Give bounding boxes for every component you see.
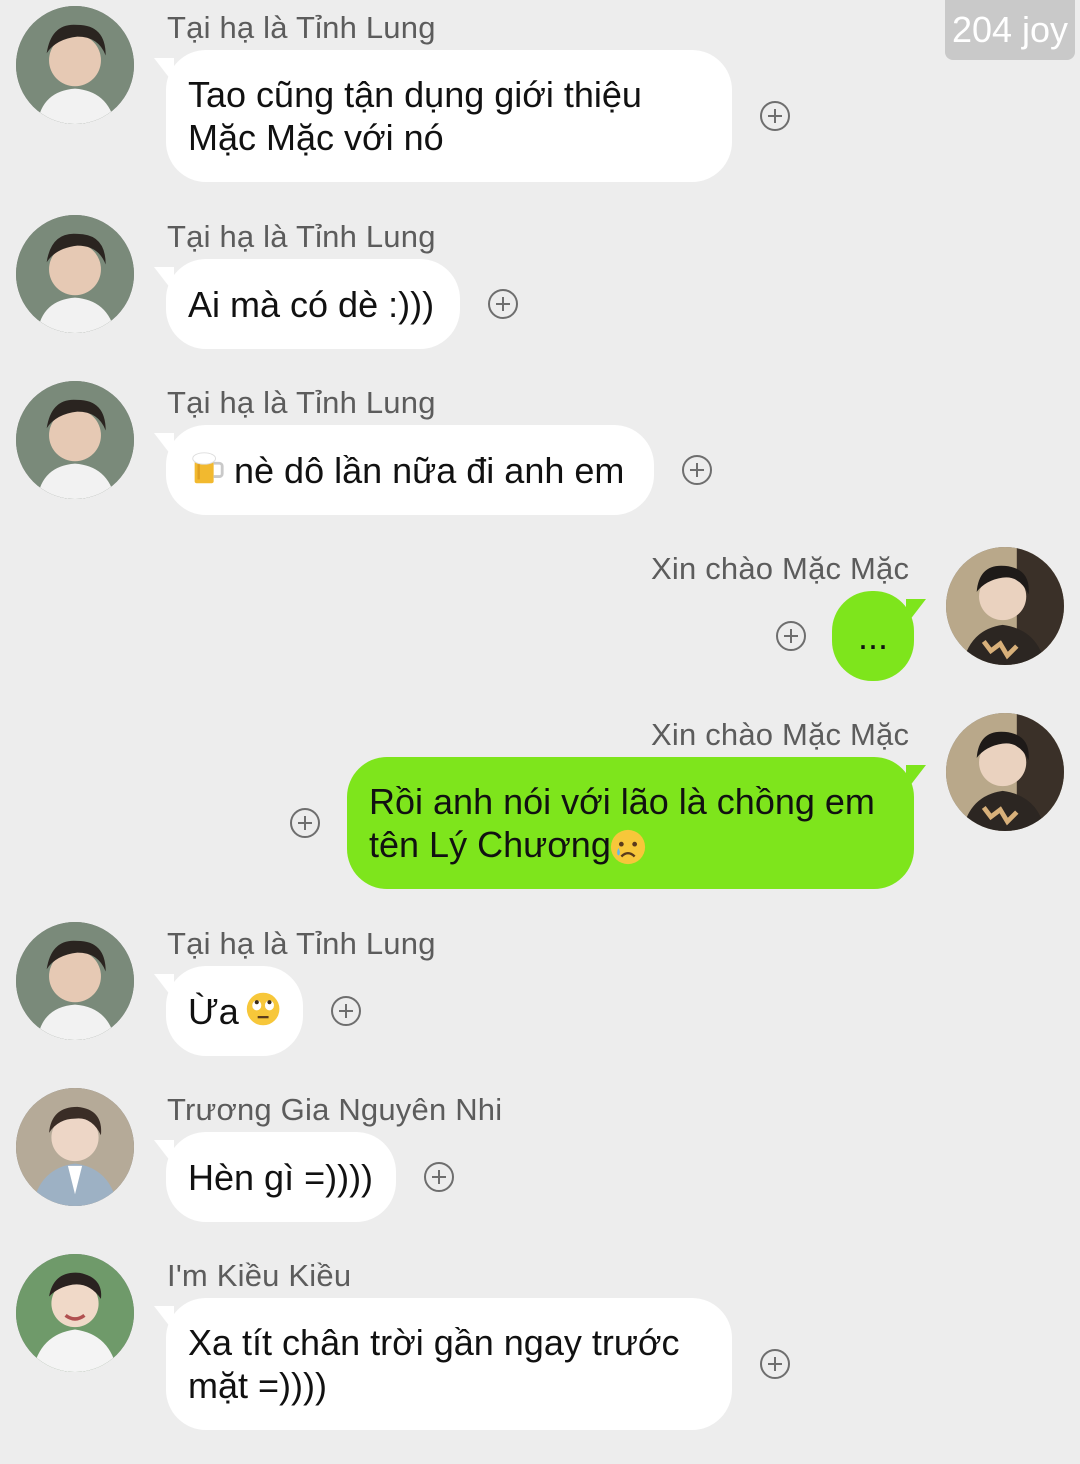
sender-name: Trương Gia Nguyên Nhi [167, 1092, 503, 1127]
avatar[interactable] [946, 547, 1064, 665]
sender-name: Tại hạ là Tỉnh Lung [167, 10, 436, 45]
add-reaction-icon[interactable] [776, 621, 806, 651]
add-reaction-icon[interactable] [331, 996, 361, 1026]
message-text: Tao cũng tận dụng giới thiệu Mặc Mặc với… [188, 74, 642, 158]
sender-name: I'm Kiều Kiều [167, 1258, 352, 1293]
message-bubble[interactable]: ... [832, 591, 914, 681]
sender-name: Xin chào Mặc Mặc [651, 551, 910, 586]
message-text: Hèn gì =)))) [188, 1156, 374, 1198]
message-bubble[interactable]: Ừa [166, 966, 303, 1056]
avatar[interactable] [16, 1254, 134, 1372]
avatar[interactable] [946, 713, 1064, 831]
message-text: Xa tít chân trời gần ngay trước mặt =)))… [188, 1322, 680, 1406]
avatar[interactable] [16, 6, 134, 124]
message-text: Ừa [188, 990, 239, 1032]
message-bubble[interactable]: Hèn gì =)))) [166, 1132, 396, 1222]
sender-name: Tại hạ là Tỉnh Lung [167, 219, 436, 254]
watermark-label: 204 joy [945, 0, 1075, 60]
eye-roll-emoji [245, 990, 281, 1028]
avatar[interactable] [16, 215, 134, 333]
sender-name: Tại hạ là Tỉnh Lung [167, 385, 436, 420]
avatar[interactable] [16, 1088, 134, 1206]
add-reaction-icon[interactable] [760, 1349, 790, 1379]
message-bubble[interactable]: Rồi anh nói với lão là chồng em tên Lý C… [347, 757, 914, 889]
message-bubble[interactable]: Xa tít chân trời gần ngay trước mặt =)))… [166, 1298, 732, 1430]
beer-mug-emoji [188, 449, 226, 487]
message-text: nè dô lần nữa đi anh em [234, 449, 625, 491]
message-bubble[interactable]: Ai mà có dè :))) [166, 259, 460, 349]
avatar[interactable] [16, 922, 134, 1040]
message-bubble[interactable]: Tao cũng tận dụng giới thiệu Mặc Mặc với… [166, 50, 732, 182]
add-reaction-icon[interactable] [424, 1162, 454, 1192]
message-bubble[interactable]: nè dô lần nữa đi anh em [166, 425, 654, 515]
crying-face-emoji [609, 828, 647, 866]
message-text: Ai mà có dè :))) [188, 283, 435, 325]
sender-name: Tại hạ là Tỉnh Lung [167, 926, 436, 961]
sender-name: Xin chào Mặc Mặc [651, 717, 910, 752]
avatar[interactable] [16, 381, 134, 499]
add-reaction-icon[interactable] [760, 101, 790, 131]
add-reaction-icon[interactable] [488, 289, 518, 319]
message-text: ... [857, 615, 888, 657]
add-reaction-icon[interactable] [290, 808, 320, 838]
add-reaction-icon[interactable] [682, 455, 712, 485]
